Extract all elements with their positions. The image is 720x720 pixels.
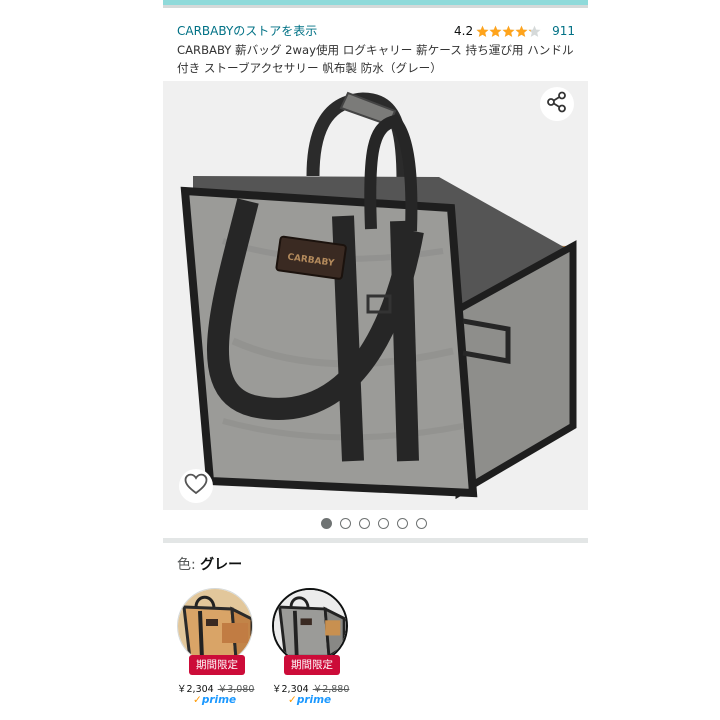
product-image-carousel[interactable]: CARBABY xyxy=(163,81,588,510)
swatch-prices: ￥2,304 ￥3,080 xyxy=(177,681,267,695)
carousel-dot[interactable] xyxy=(378,518,389,529)
product-page: CARBABYのストアを表示 4.2 911 CARBABY 薪バッグ 2way… xyxy=(163,0,588,720)
carousel-dot[interactable] xyxy=(397,518,408,529)
prime-badge: ✓prime xyxy=(288,694,331,706)
prime-badge: ✓prime xyxy=(193,694,236,706)
prime-check-icon: ✓ xyxy=(288,694,297,706)
prime-text: prime xyxy=(296,694,332,706)
carousel-dot[interactable] xyxy=(321,518,332,529)
swatch-thumbnail xyxy=(177,588,253,664)
carousel-dot[interactable] xyxy=(416,518,427,529)
star-rating-icon xyxy=(476,25,542,38)
share-icon xyxy=(546,91,568,117)
limited-time-badge: 期間限定 xyxy=(284,655,340,675)
prime-text: prime xyxy=(201,694,237,706)
rating[interactable]: 4.2 911 xyxy=(454,22,575,40)
color-swatch-option-selected[interactable]: 期間限定 ￥2,304 ￥2,880 ✓prime xyxy=(272,588,349,706)
product-image: CARBABY xyxy=(180,91,577,500)
rating-value: 4.2 xyxy=(454,24,474,38)
share-button[interactable] xyxy=(540,87,574,121)
rating-count-link[interactable]: 911 xyxy=(552,24,575,38)
top-divider xyxy=(163,5,588,8)
color-swatch-option[interactable]: 期間限定 ￥2,304 ￥3,080 ✓prime xyxy=(177,588,254,706)
carousel-dots xyxy=(321,518,427,529)
selected-color: グレー xyxy=(200,557,243,573)
color-label: 色: xyxy=(177,557,201,573)
swatch-prices: ￥2,304 ￥2,880 xyxy=(272,681,362,695)
section-divider xyxy=(163,538,588,543)
variation-label: 色: グレー xyxy=(177,556,242,574)
prime-check-icon: ✓ xyxy=(193,694,202,706)
product-title: CARBABY 薪バッグ 2way使用 ログキャリー 薪ケース 持ち運び用 ハン… xyxy=(177,43,574,75)
wishlist-button[interactable] xyxy=(179,469,213,503)
visit-store-link[interactable]: CARBABYのストアを表示 xyxy=(177,22,317,40)
carousel-dot[interactable] xyxy=(359,518,370,529)
carousel-dot[interactable] xyxy=(340,518,351,529)
limited-time-badge: 期間限定 xyxy=(189,655,245,675)
heart-icon xyxy=(184,473,208,499)
swatch-thumbnail xyxy=(272,588,348,664)
store-row: CARBABYのストアを表示 4.2 911 xyxy=(177,22,575,40)
